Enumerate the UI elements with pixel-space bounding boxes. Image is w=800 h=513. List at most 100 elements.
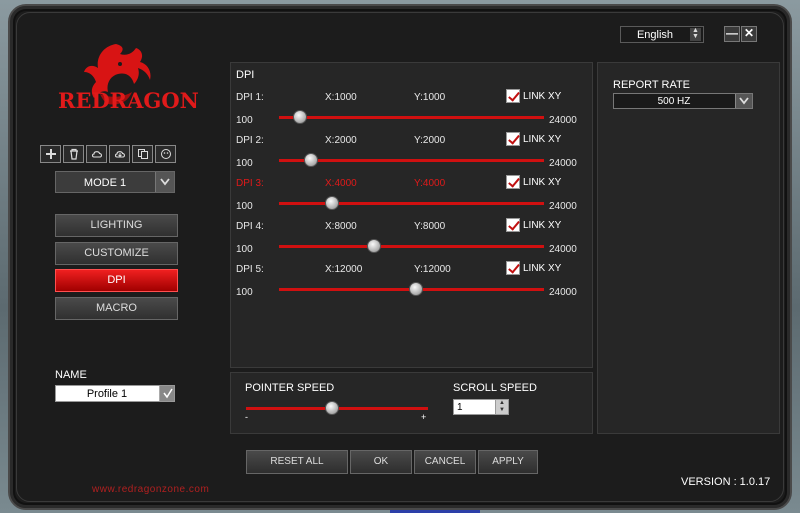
action-bar: RESET ALL OK CANCEL APPLY	[246, 450, 538, 474]
nav-dpi[interactable]: DPI	[55, 269, 178, 292]
delete-profile-icon	[69, 148, 78, 160]
link-xy-label: LINK XY	[523, 176, 562, 188]
report-rate-select[interactable]: 500 HZ	[613, 93, 753, 109]
version-label: VERSION : 1.0.17	[681, 476, 771, 488]
dpi-min-label: 100	[236, 201, 253, 212]
cloud-download-icon	[114, 151, 125, 158]
nav-macro[interactable]: MACRO	[55, 297, 178, 320]
apply-button[interactable]: APPLY	[478, 450, 538, 474]
language-select[interactable]: English ▲ ▼	[620, 26, 704, 43]
dpi-row: DPI 1: X:1000 Y:1000 LINK XY 100 24000	[236, 89, 586, 132]
dpi-x-value: X:4000	[325, 178, 357, 189]
dpi-min-label: 100	[236, 115, 253, 126]
dpi-y-value: Y:2000	[414, 135, 446, 146]
pointer-minus-label: -	[245, 412, 248, 422]
dpi-max-label: 24000	[549, 287, 577, 298]
confirm-name-button[interactable]	[159, 386, 174, 401]
dpi-level-label: DPI 3:	[236, 178, 264, 189]
nav-lighting[interactable]: LIGHTING	[55, 214, 178, 237]
link-xy-toggle[interactable]: LINK XY	[506, 89, 561, 103]
chevron-down-icon[interactable]	[155, 172, 174, 192]
link-xy-toggle[interactable]: LINK XY	[506, 175, 561, 189]
dpi-slider-track[interactable]	[279, 159, 544, 162]
dpi-min-label: 100	[236, 244, 253, 255]
link-xy-label: LINK XY	[523, 262, 562, 274]
dpi-min-label: 100	[236, 158, 253, 169]
minimize-icon: —	[726, 26, 738, 40]
pointer-speed-label: POINTER SPEED	[245, 382, 335, 394]
dpi-x-value: X:1000	[325, 92, 357, 103]
cloud-download-button[interactable]	[109, 145, 130, 163]
link-xy-checkbox[interactable]	[506, 89, 520, 103]
report-rate-label: REPORT RATE	[613, 79, 691, 91]
dpi-row: DPI 4: X:8000 Y:8000 LINK XY 100 24000	[236, 218, 586, 261]
dpi-x-value: X:2000	[325, 135, 357, 146]
reset-icon	[160, 149, 171, 159]
dpi-max-label: 24000	[549, 115, 577, 126]
language-spinner-icon[interactable]: ▲ ▼	[690, 27, 701, 41]
reset-all-button[interactable]: RESET ALL	[246, 450, 348, 474]
dpi-level-label: DPI 1:	[236, 92, 264, 103]
ok-button[interactable]: OK	[350, 450, 412, 474]
link-xy-checkbox[interactable]	[506, 218, 520, 232]
pointer-speed-thumb[interactable]	[324, 401, 339, 415]
link-xy-toggle[interactable]: LINK XY	[506, 132, 561, 146]
close-button[interactable]: ✕	[741, 26, 757, 42]
close-icon: ✕	[743, 26, 755, 40]
copy-profile-button[interactable]	[132, 145, 153, 163]
stepper-arrows-icon[interactable]: ▲ ▼	[495, 400, 508, 414]
dpi-y-value: Y:8000	[414, 221, 446, 232]
profile-name-value: Profile 1	[86, 388, 128, 400]
link-xy-label: LINK XY	[523, 219, 562, 231]
chevron-down-icon[interactable]	[735, 94, 752, 108]
dpi-slider-thumb[interactable]	[324, 196, 339, 210]
language-value: English	[636, 29, 674, 41]
dpi-min-label: 100	[236, 287, 253, 298]
dpi-level-label: DPI 2:	[236, 135, 264, 146]
dpi-y-value: Y:12000	[414, 264, 451, 275]
report-rate-panel	[597, 62, 780, 434]
link-xy-toggle[interactable]: LINK XY	[506, 261, 561, 275]
dpi-x-value: X:12000	[325, 264, 363, 275]
dpi-max-label: 24000	[549, 201, 577, 212]
cancel-button[interactable]: CANCEL	[414, 450, 476, 474]
copy-icon	[137, 149, 148, 159]
pointer-plus-label: +	[421, 412, 427, 422]
mode-value: MODE 1	[83, 177, 127, 189]
dpi-slider-thumb[interactable]	[408, 282, 423, 296]
cloud-upload-button[interactable]	[86, 145, 107, 163]
link-xy-checkbox[interactable]	[506, 132, 520, 146]
nav-customize[interactable]: CUSTOMIZE	[55, 242, 178, 265]
mode-select[interactable]: MODE 1	[55, 171, 175, 193]
link-xy-checkbox[interactable]	[506, 175, 520, 189]
dpi-row: DPI 3: X:4000 Y:4000 LINK XY 100 24000	[236, 175, 586, 218]
dpi-slider-thumb[interactable]	[366, 239, 381, 253]
scroll-speed-value: 1	[457, 402, 463, 413]
minimize-button[interactable]: —	[724, 26, 740, 42]
reset-profile-button[interactable]	[155, 145, 176, 163]
dpi-slider-track[interactable]	[279, 245, 544, 248]
link-xy-toggle[interactable]: LINK XY	[506, 218, 561, 232]
link-xy-label: LINK XY	[523, 90, 562, 102]
dpi-level-label: DPI 5:	[236, 264, 264, 275]
dpi-y-value: Y:4000	[414, 178, 446, 189]
dpi-max-label: 24000	[549, 158, 577, 169]
dpi-slider-thumb[interactable]	[303, 153, 318, 167]
website-link[interactable]: www.redragonzone.com	[92, 484, 209, 495]
link-xy-label: LINK XY	[523, 133, 562, 145]
dpi-level-label: DPI 4:	[236, 221, 264, 232]
add-profile-icon	[45, 149, 56, 159]
scroll-speed-stepper[interactable]: 1 ▲ ▼	[453, 399, 509, 415]
profile-toolbar	[40, 145, 176, 163]
add-profile-button[interactable]	[40, 145, 61, 163]
report-rate-value: 500 HZ	[657, 96, 691, 107]
link-xy-checkbox[interactable]	[506, 261, 520, 275]
dpi-slider-track[interactable]	[279, 202, 544, 205]
brand-logo-text: REDRAGON	[58, 88, 199, 113]
delete-profile-button[interactable]	[63, 145, 84, 163]
dpi-x-value: X:8000	[325, 221, 357, 232]
scroll-speed-label: SCROLL SPEED	[453, 382, 537, 394]
dpi-slider-track[interactable]	[279, 116, 544, 119]
profile-name-label: NAME	[55, 369, 87, 381]
profile-name-field[interactable]: Profile 1	[55, 385, 175, 402]
